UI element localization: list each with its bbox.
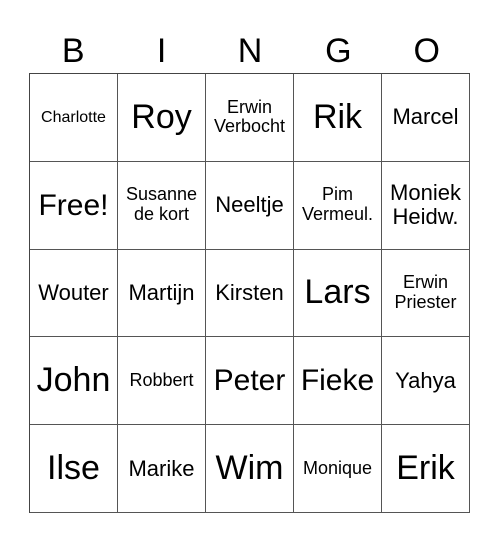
bingo-cell[interactable]: Pim Vermeul.	[294, 161, 382, 250]
header-letter-n: N	[237, 32, 263, 70]
bingo-cell[interactable]: Roy	[118, 74, 206, 162]
bingo-cell[interactable]: Kirsten	[206, 249, 294, 338]
bingo-cell[interactable]: Robbert	[118, 337, 206, 426]
bingo-cell-label: Erwin Priester	[394, 272, 457, 312]
header-letter-b: B	[61, 32, 85, 70]
bingo-cell-label: Susanne de kort	[125, 184, 198, 225]
bingo-cell[interactable]: Wim	[206, 425, 294, 513]
bingo-cell-label: Roy	[131, 97, 192, 136]
bingo-grid: Charlotte Roy Erwin Verbocht Rik Marcel Free!…	[29, 73, 470, 513]
bingo-cell-label: Neeltje	[215, 192, 284, 218]
bingo-cell-label: Marcel	[392, 104, 459, 130]
bingo-cell-label: Erik	[396, 448, 455, 487]
bingo-cell-label: Charlotte	[41, 108, 106, 126]
bingo-cell[interactable]: John	[30, 337, 118, 426]
bingo-cell[interactable]: Moniek Heidw.	[382, 161, 470, 250]
bingo-cell-label: Lars	[304, 273, 371, 312]
bingo-cell[interactable]: Marike	[118, 425, 206, 513]
bingo-cell[interactable]: Susanne de kort	[118, 161, 206, 250]
bingo-cell-label: Wouter	[38, 279, 109, 305]
bingo-cell-label: Wim	[215, 448, 284, 487]
bingo-cell-label: Peter	[213, 364, 286, 398]
bingo-cell-label: Kirsten	[215, 279, 284, 305]
header-letter-o: O	[413, 32, 440, 70]
bingo-cell-label: Erwin Verbocht	[213, 96, 286, 137]
bingo-cell-label: Martijn	[128, 279, 195, 305]
bingo-cell[interactable]: Neeltje	[206, 161, 294, 250]
bingo-header: B I N G O	[29, 30, 471, 72]
bingo-cell[interactable]: Martijn	[118, 249, 206, 338]
bingo-cell[interactable]: Fieke	[294, 337, 382, 426]
bingo-cell-label: Fieke	[300, 364, 375, 398]
header-letter-i: I	[156, 32, 167, 70]
bingo-cell-label: Yahya	[395, 367, 456, 393]
bingo-cell-label: Ilse	[47, 448, 100, 487]
bingo-cell[interactable]: Erik	[382, 425, 470, 513]
bingo-cell[interactable]: Marcel	[382, 74, 470, 162]
bingo-cell-label: Monique	[302, 457, 373, 478]
bingo-cell-label: Marike	[128, 455, 195, 481]
header-letter-g: G	[325, 32, 352, 70]
bingo-cell[interactable]: Yahya	[382, 337, 470, 426]
bingo-cell[interactable]: Erwin Verbocht	[206, 74, 294, 162]
bingo-cell[interactable]: Wouter	[30, 249, 118, 338]
bingo-cell-label: Rik	[312, 97, 363, 136]
bingo-cell[interactable]: Peter	[206, 337, 294, 426]
bingo-cell[interactable]: Charlotte	[30, 74, 118, 162]
bingo-cell-label: Free!	[38, 188, 109, 222]
bingo-cell-label: John	[36, 361, 111, 400]
bingo-cell[interactable]: Free!	[30, 161, 118, 250]
bingo-cell[interactable]: Lars	[294, 249, 382, 338]
bingo-cell[interactable]: Erwin Priester	[382, 249, 470, 338]
bingo-cell-label: Robbert	[129, 369, 194, 390]
bingo-cell[interactable]: Ilse	[30, 425, 118, 513]
bingo-cell-label: Moniek Heidw.	[390, 180, 461, 230]
bingo-cell-label: Pim Vermeul.	[301, 184, 374, 225]
bingo-cell[interactable]: Monique	[294, 425, 382, 513]
bingo-cell[interactable]: Rik	[294, 74, 382, 162]
